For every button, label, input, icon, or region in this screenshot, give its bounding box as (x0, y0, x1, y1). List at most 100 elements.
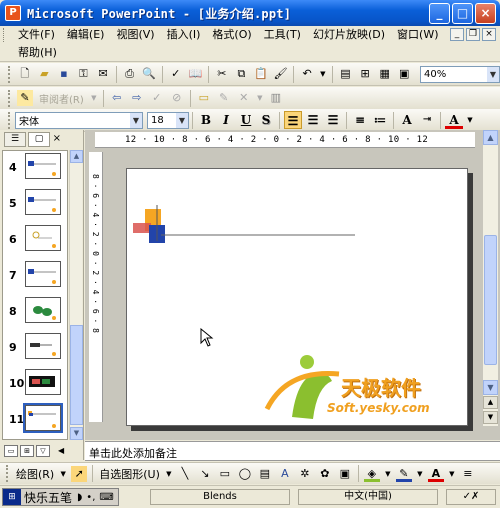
menu-insert[interactable]: 插入(I) (161, 26, 207, 44)
save-icon[interactable]: ▪ (56, 66, 72, 82)
wordart-icon[interactable]: A (277, 466, 293, 482)
slide-thumbnail[interactable]: 4 (3, 153, 67, 187)
menu-slideshow[interactable]: 幻灯片放映(D) (307, 26, 391, 44)
slide-scrollbar[interactable]: ▲ ▼ ▲ ▼ (483, 130, 498, 426)
align-center-icon[interactable]: ☰ (304, 111, 322, 129)
notes-placeholder[interactable]: 单击此处添加备注 (89, 445, 177, 461)
tables-borders-icon[interactable]: ▦ (377, 66, 393, 82)
draw-menu[interactable]: 绘图(R) (13, 466, 57, 482)
reviewer-dropdown-icon[interactable]: ▼ (90, 90, 98, 106)
increase-font-button[interactable]: A (398, 111, 416, 129)
insert-picture-icon[interactable]: ▣ (396, 66, 412, 82)
underline-button[interactable]: U (237, 111, 255, 129)
autoshapes-dropdown-icon[interactable]: ▼ (165, 466, 173, 482)
rectangle-icon[interactable]: ▭ (217, 466, 233, 482)
menu-help[interactable]: 帮助(H) (12, 44, 63, 62)
insert-chart-icon[interactable]: ▤ (338, 66, 354, 82)
scroll-thumb[interactable] (484, 235, 497, 365)
slide-preview[interactable] (25, 189, 61, 215)
bold-button[interactable]: B (197, 111, 215, 129)
open-icon[interactable]: ▰ (37, 66, 53, 82)
ime-bar[interactable]: ⊞ 快乐五笔 ◗ •, ⌨ (2, 488, 119, 506)
align-right-icon[interactable]: ☰ (324, 111, 342, 129)
reviewing-pane-icon[interactable]: ▥ (268, 90, 284, 106)
delete-comment-icon[interactable]: ✕ (236, 90, 252, 106)
slide-preview[interactable] (25, 261, 61, 287)
paste-icon[interactable]: 📋 (253, 66, 269, 82)
maximize-button[interactable]: □ (452, 3, 473, 24)
slide-preview-selected[interactable] (23, 403, 63, 433)
copy-icon[interactable]: ⧉ (234, 66, 250, 82)
unapply-icon[interactable]: ⊘ (169, 90, 185, 106)
chevron-down-icon[interactable]: ▼ (130, 112, 142, 128)
edit-comment-icon[interactable]: ✎ (17, 90, 33, 106)
slide-sorter-view-icon[interactable]: ⊞ (20, 444, 34, 457)
slide-thumbnail[interactable]: 8 (3, 297, 67, 331)
insert-comment-icon[interactable]: ▭ (196, 90, 212, 106)
slides-tab-icon[interactable]: ▢ (28, 132, 50, 147)
cut-icon[interactable]: ✂ (214, 66, 230, 82)
bullets-icon[interactable]: ≔ (371, 111, 389, 129)
slide-thumbnail[interactable]: 9 (3, 333, 67, 367)
research-icon[interactable]: 📖 (188, 66, 204, 82)
line-style-icon[interactable]: ≡ (460, 466, 476, 482)
toolbar-grip[interactable] (8, 65, 11, 83)
insert-table-icon[interactable]: ⊞ (357, 66, 373, 82)
undo-icon[interactable]: ↶ (299, 66, 315, 82)
delete-dropdown-icon[interactable]: ▼ (256, 90, 264, 106)
apply-icon[interactable]: ✓ (149, 90, 165, 106)
print-preview-icon[interactable]: 🔍 (141, 66, 157, 82)
slide-thumbnail[interactable]: 11 (3, 403, 67, 439)
italic-button[interactable]: I (217, 111, 235, 129)
notes-pane[interactable]: 单击此处添加备注 (85, 441, 500, 461)
toolbar-grip[interactable] (8, 111, 11, 129)
reviewer-dropdown[interactable]: 审阅者(R) (35, 91, 88, 106)
doc-minimize-button[interactable]: _ (450, 28, 464, 41)
font-select[interactable]: 宋体 ▼ (15, 111, 143, 129)
ime-name[interactable]: 快乐五笔 (21, 489, 75, 506)
arrow-icon[interactable]: ↘ (197, 466, 213, 482)
fill-color-icon[interactable]: ◈ (363, 466, 380, 482)
edit-comment-disabled-icon[interactable]: ✎ (216, 90, 232, 106)
slide-preview[interactable] (25, 153, 61, 179)
slide-preview[interactable] (25, 225, 61, 251)
punctuation-icon[interactable]: •, (84, 492, 97, 503)
menu-grip[interactable] (3, 28, 6, 42)
spelling-icon[interactable]: ✓ (168, 66, 184, 82)
scroll-left-icon[interactable]: ◀ (58, 446, 64, 455)
align-left-icon[interactable]: ☰ (284, 111, 302, 129)
powerpoint-app-icon[interactable]: P (5, 5, 21, 21)
scroll-thumb[interactable] (70, 325, 83, 425)
spelling-status-icon[interactable]: ✓✗ (446, 489, 496, 505)
half-width-icon[interactable]: ◗ (75, 492, 84, 503)
doc-close-button[interactable]: × (482, 28, 496, 41)
previous-item-icon[interactable]: ⇦ (109, 90, 125, 106)
normal-view-icon[interactable]: ▭ (4, 444, 18, 457)
menu-window[interactable]: 窗口(W) (391, 26, 444, 44)
print-icon[interactable]: ⎙ (122, 66, 138, 82)
permission-icon[interactable]: ⚿ (76, 66, 92, 82)
slide-thumbnail[interactable]: 10 (3, 369, 67, 403)
font-color-icon[interactable]: A (427, 466, 444, 482)
menu-tools[interactable]: 工具(T) (258, 26, 307, 44)
numbering-icon[interactable]: ≡ (351, 111, 369, 129)
scroll-up-icon[interactable]: ▲ (70, 150, 83, 163)
select-objects-icon[interactable]: ➚ (71, 465, 88, 482)
clipart-icon[interactable]: ✿ (317, 466, 333, 482)
line-color-icon[interactable]: ✎ (395, 466, 412, 482)
scroll-down-icon[interactable]: ▼ (483, 380, 498, 395)
previous-slide-icon[interactable]: ▲ (483, 396, 498, 409)
new-icon[interactable]: 🗋 (17, 66, 33, 82)
current-slide[interactable]: 天极软件 Soft.yesky.com (126, 168, 468, 426)
menu-view[interactable]: 视图(V) (110, 26, 160, 44)
email-icon[interactable]: ✉ (95, 66, 111, 82)
slideshow-view-icon[interactable]: ▽ (36, 444, 50, 457)
next-item-icon[interactable]: ⇨ (129, 90, 145, 106)
menu-format[interactable]: 格式(O) (206, 26, 257, 44)
soft-keyboard-icon[interactable]: ⌨ (97, 492, 115, 503)
picture-icon[interactable]: ▣ (337, 466, 353, 482)
indent-icon[interactable]: ⇥ (418, 111, 436, 129)
close-button[interactable]: × (475, 3, 496, 24)
slide-thumbnail[interactable]: 6 (3, 225, 67, 259)
slide-preview[interactable] (25, 369, 61, 395)
